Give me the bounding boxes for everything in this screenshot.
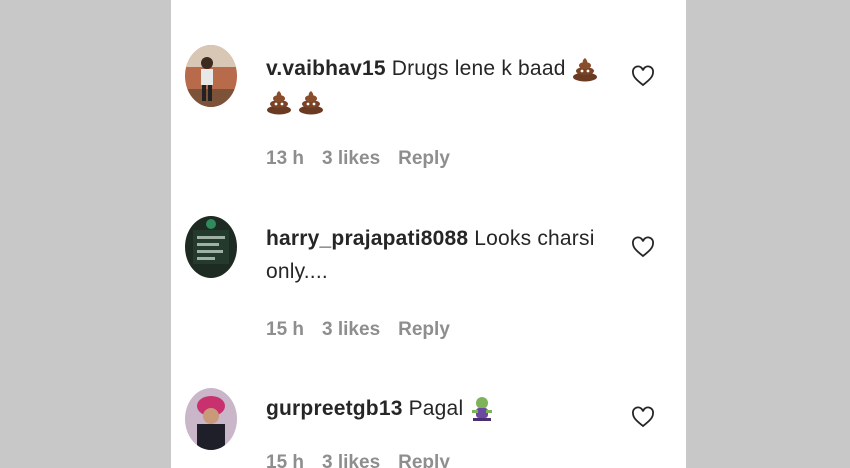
reply-button[interactable]: Reply (398, 452, 450, 468)
comment-username[interactable]: v.vaibhav15 (266, 57, 386, 80)
comment-likes[interactable]: 3 likes (322, 319, 380, 340)
comment-text: v.vaibhav15 Drugs lene k baad (266, 52, 611, 118)
comment-body: Pagal (408, 397, 464, 420)
poop-emoji (299, 91, 324, 115)
like-heart-icon[interactable] (631, 405, 655, 429)
avatar[interactable] (185, 216, 237, 278)
comment-likes[interactable]: 3 likes (322, 148, 380, 169)
comment-time: 15 h (266, 319, 305, 340)
comment-time: 13 h (266, 148, 305, 169)
avatar[interactable] (185, 45, 237, 107)
like-heart-icon[interactable] (631, 235, 655, 259)
poop-emoji (572, 58, 597, 82)
comments-panel: v.vaibhav15 Drugs lene k baad 13 h 3 likes… (171, 0, 686, 468)
comment-text: harry_prajapati8088 Looks charsi only.... (266, 222, 611, 288)
poop-emoji (267, 91, 291, 115)
comment-username[interactable]: gurpreetgb13 (266, 397, 403, 420)
zombie-emoji (472, 397, 493, 422)
comment-body: Drugs lene k baad (391, 57, 566, 80)
reply-button[interactable]: Reply (398, 319, 450, 340)
reply-button[interactable]: Reply (398, 148, 450, 169)
comment-time: 15 h (266, 452, 305, 468)
comment-meta: 15 h 3 likes Reply (266, 452, 468, 468)
comment-username[interactable]: harry_prajapati8088 (266, 227, 468, 250)
like-heart-icon[interactable] (631, 64, 655, 88)
comment-meta: 15 h 3 likes Reply (266, 319, 468, 341)
comment-meta: 13 h 3 likes Reply (266, 148, 468, 170)
comment-text: gurpreetgb13 Pagal (266, 392, 611, 425)
comment-likes[interactable]: 3 likes (322, 452, 380, 468)
avatar[interactable] (185, 388, 237, 450)
